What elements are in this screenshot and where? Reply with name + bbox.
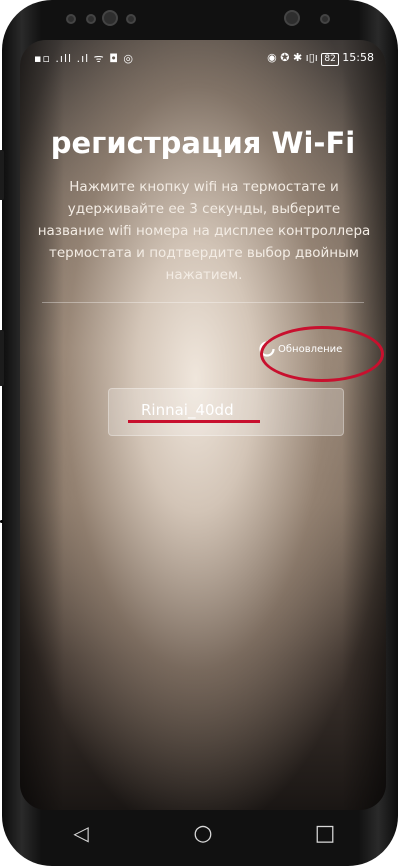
network-name: Rinnai_40dd	[141, 401, 234, 419]
divider	[42, 302, 364, 303]
front-camera-icon	[102, 10, 118, 26]
status-left-icons: ▪▫ .ıll .ıl ᯤ ◘ ◎	[34, 52, 135, 65]
app-screen: ▪▫ .ıll .ıl ᯤ ◘ ◎ ◉ ✪ ✱ ı▯ı 82 15:58 рег…	[20, 40, 386, 810]
phone-frame: ▪▫ .ıll .ıl ᯤ ◘ ◎ ◉ ✪ ✱ ı▯ı 82 15:58 рег…	[0, 0, 398, 866]
sensor-icon	[86, 14, 96, 24]
top-bezel	[62, 6, 342, 36]
sensor-icon	[66, 14, 76, 24]
status-right-icons: ◉ ✪ ✱ ı▯ı	[267, 51, 318, 64]
nav-bar: ◁ ○ □	[20, 810, 386, 856]
network-item[interactable]: Rinnai_40dd	[108, 388, 344, 436]
back-button[interactable]: ◁	[61, 821, 101, 845]
front-camera-icon	[284, 10, 300, 26]
status-time: 15:58	[342, 51, 374, 64]
battery-icon: 82	[321, 53, 339, 66]
status-right: ◉ ✪ ✱ ı▯ı 82 15:58	[267, 51, 374, 66]
home-button[interactable]: ○	[183, 821, 223, 846]
page-description: Нажмите кнопку wifi на термостате и удер…	[37, 179, 371, 283]
sensor-icon	[126, 14, 136, 24]
recents-button[interactable]: □	[305, 821, 345, 846]
page-title: регистрация Wi-Fi	[50, 126, 356, 160]
bullet-dot	[0, 520, 3, 523]
status-bar: ▪▫ .ıll .ıl ᯤ ◘ ◎ ◉ ✪ ✱ ı▯ı 82 15:58	[20, 46, 386, 72]
side-button-left-2	[0, 330, 4, 386]
side-button-left	[0, 150, 4, 200]
annotation-underline	[128, 420, 260, 423]
annotation-circle	[260, 326, 384, 382]
sensor-icon	[320, 14, 330, 24]
